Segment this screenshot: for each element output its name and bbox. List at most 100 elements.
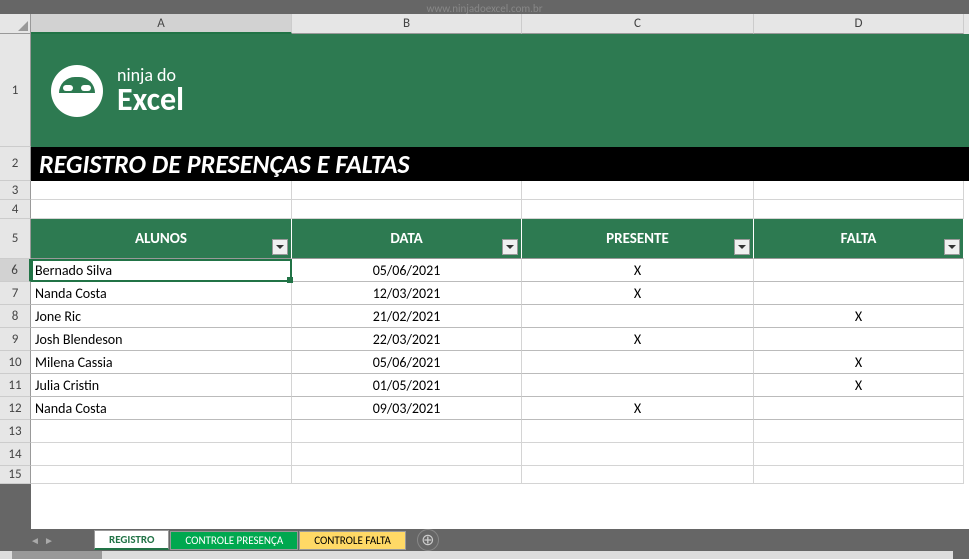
table-header-row: ALUNOS DATA PRESENTE FALTA — [31, 219, 969, 259]
col-header-d[interactable]: D — [754, 14, 964, 34]
cell-aluno[interactable]: Bernado Silva — [31, 259, 292, 282]
cell[interactable] — [754, 420, 964, 443]
table-row: Nanda Costa 09/03/2021 X — [31, 397, 969, 420]
cell[interactable] — [522, 443, 754, 466]
row-header-6[interactable]: 6 — [0, 259, 31, 282]
cell-data[interactable]: 01/05/2021 — [292, 374, 522, 397]
horizontal-scroll-thumb[interactable] — [12, 551, 102, 559]
tab-next-icon[interactable]: ► — [44, 533, 54, 547]
row-header-4[interactable]: 4 — [0, 200, 31, 219]
row-header-2[interactable]: 2 — [0, 147, 31, 181]
table-row: Julia Cristin 01/05/2021 X — [31, 374, 969, 397]
cell-falta[interactable]: X — [754, 351, 964, 374]
cell[interactable] — [292, 200, 522, 219]
row-header-13[interactable]: 13 — [0, 420, 31, 443]
cell[interactable] — [754, 181, 964, 200]
cell[interactable] — [754, 200, 964, 219]
cell[interactable] — [754, 443, 964, 466]
row-header-12[interactable]: 12 — [0, 397, 31, 420]
cell-presente[interactable]: X — [522, 397, 754, 420]
cell[interactable] — [522, 181, 754, 200]
filter-button-alunos[interactable] — [272, 239, 288, 255]
logo-line2: Excel — [117, 84, 184, 116]
cell-presente[interactable] — [522, 351, 754, 374]
select-all-corner[interactable] — [0, 14, 31, 34]
tab-controle-presenca[interactable]: CONTROLE PRESENÇA — [170, 531, 298, 550]
cell[interactable] — [292, 466, 522, 484]
row-header-1[interactable]: 1 — [0, 34, 31, 147]
cell-data[interactable]: 05/06/2021 — [292, 259, 522, 282]
cell-falta[interactable] — [754, 328, 964, 351]
cell-aluno[interactable]: Nanda Costa — [31, 397, 292, 420]
cell-data[interactable]: 12/03/2021 — [292, 282, 522, 305]
col-header-a[interactable]: A — [31, 14, 292, 34]
cell[interactable] — [31, 466, 292, 484]
header-falta[interactable]: FALTA — [754, 219, 964, 259]
filter-button-presente[interactable] — [734, 239, 750, 255]
header-presente-label: PRESENTE — [606, 230, 669, 248]
title-row[interactable]: REGISTRO DE PRESENÇAS E FALTAS — [31, 147, 969, 181]
table-row: Milena Cassia 05/06/2021 X — [31, 351, 969, 374]
add-sheet-button[interactable]: ⊕ — [417, 529, 439, 551]
cell[interactable] — [522, 420, 754, 443]
cell-data[interactable]: 22/03/2021 — [292, 328, 522, 351]
cell-data[interactable]: 09/03/2021 — [292, 397, 522, 420]
cell-falta[interactable] — [754, 397, 964, 420]
cell[interactable] — [292, 181, 522, 200]
header-presente[interactable]: PRESENTE — [522, 219, 754, 259]
ninja-logo-icon — [51, 65, 103, 117]
col-header-c[interactable]: C — [522, 14, 754, 34]
header-alunos-label: ALUNOS — [135, 230, 187, 248]
cell[interactable] — [522, 200, 754, 219]
cell[interactable] — [522, 466, 754, 484]
cell-aluno[interactable]: Nanda Costa — [31, 282, 292, 305]
row-header-5[interactable]: 5 — [0, 219, 31, 259]
cell-falta[interactable] — [754, 259, 964, 282]
logo-text: ninja do Excel — [117, 66, 184, 116]
cell[interactable] — [31, 443, 292, 466]
tab-prev-icon[interactable]: ◄ — [30, 533, 40, 547]
cell-presente[interactable]: X — [522, 328, 754, 351]
row-header-15[interactable]: 15 — [0, 466, 31, 484]
cell-falta[interactable]: X — [754, 374, 964, 397]
cell[interactable] — [31, 200, 292, 219]
spreadsheet-area: A B C D 1 2 3 4 5 6 7 8 9 10 11 12 13 14… — [0, 14, 969, 529]
cell-presente[interactable]: X — [522, 282, 754, 305]
row-header-3[interactable]: 3 — [0, 181, 31, 200]
cell[interactable] — [31, 181, 292, 200]
sheet-tabs-bar: ◄ ► REGISTRO CONTROLE PRESENÇA CONTROLE … — [0, 529, 969, 551]
row-header-14[interactable]: 14 — [0, 443, 31, 466]
cell-aluno[interactable]: Milena Cassia — [31, 351, 292, 374]
filter-button-data[interactable] — [502, 239, 518, 255]
cell[interactable] — [754, 466, 964, 484]
cell-aluno[interactable]: Julia Cristin — [31, 374, 292, 397]
tab-registro[interactable]: REGISTRO — [94, 530, 169, 550]
row-header-10[interactable]: 10 — [0, 351, 31, 374]
cell-presente[interactable] — [522, 374, 754, 397]
row-header-9[interactable]: 9 — [0, 328, 31, 351]
cell-data[interactable]: 21/02/2021 — [292, 305, 522, 328]
cell-presente[interactable]: X — [522, 259, 754, 282]
cell-falta[interactable] — [754, 282, 964, 305]
row-header-7[interactable]: 7 — [0, 282, 31, 305]
header-falta-label: FALTA — [841, 230, 877, 248]
cell-presente[interactable] — [522, 305, 754, 328]
cell[interactable] — [292, 420, 522, 443]
cell-aluno[interactable]: Jone Ric — [31, 305, 292, 328]
cell-data[interactable]: 05/06/2021 — [292, 351, 522, 374]
cell[interactable] — [31, 420, 292, 443]
cell-falta[interactable]: X — [754, 305, 964, 328]
row-header-8[interactable]: 8 — [0, 305, 31, 328]
table-row: Jone Ric 21/02/2021 X — [31, 305, 969, 328]
logo-banner: ninja do Excel — [31, 34, 969, 147]
header-alunos[interactable]: ALUNOS — [31, 219, 292, 259]
col-header-b[interactable]: B — [292, 14, 522, 34]
horizontal-scrollbar[interactable] — [0, 551, 953, 559]
cell[interactable] — [292, 443, 522, 466]
cell-aluno[interactable]: Josh Blendeson — [31, 328, 292, 351]
row-header-11[interactable]: 11 — [0, 374, 31, 397]
tab-controle-falta[interactable]: CONTROLE FALTA — [299, 531, 406, 550]
filter-button-falta[interactable] — [944, 239, 960, 255]
table-row: Josh Blendeson 22/03/2021 X — [31, 328, 969, 351]
header-data[interactable]: DATA — [292, 219, 522, 259]
